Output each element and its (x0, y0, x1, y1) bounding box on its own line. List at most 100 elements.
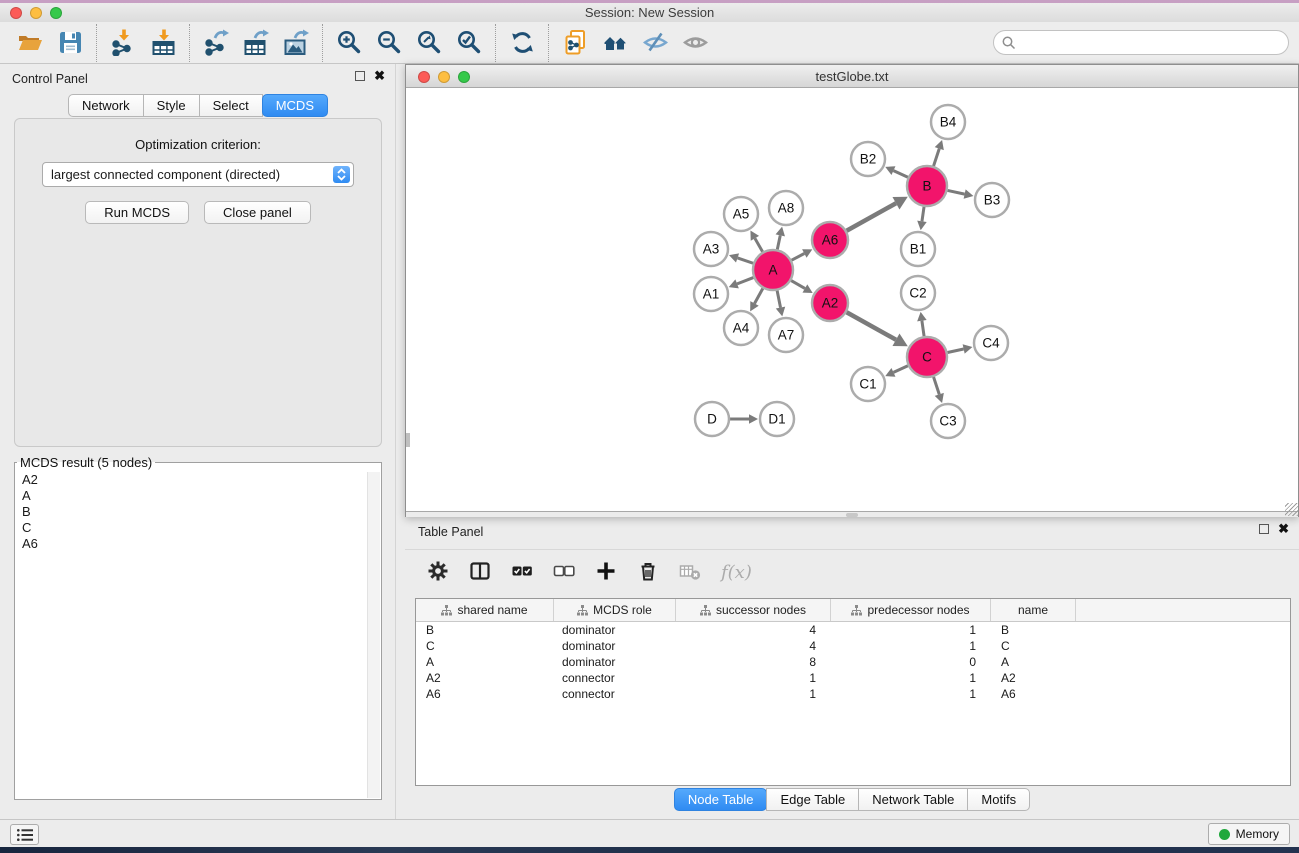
mcds-result-item[interactable]: A2 (16, 472, 367, 488)
export-table-button[interactable] (236, 25, 276, 61)
table-tab-network-table[interactable]: Network Table (858, 788, 968, 811)
minimize-window-icon[interactable] (30, 7, 42, 19)
table-cell[interactable]: C (416, 638, 554, 654)
table-cell[interactable]: 1 (676, 686, 831, 702)
duplicate-page-button[interactable] (555, 25, 595, 61)
table-cell[interactable]: C (991, 638, 1076, 654)
tab-network[interactable]: Network (68, 94, 144, 117)
refresh-view-button[interactable] (502, 25, 542, 61)
table-settings-button[interactable] (427, 560, 449, 585)
table-cell[interactable]: B (416, 622, 554, 638)
table-cell[interactable]: dominator (554, 638, 676, 654)
mcds-result-item[interactable]: A (16, 488, 367, 504)
mcds-result-item[interactable]: B (16, 504, 367, 520)
import-table-button[interactable] (143, 25, 183, 61)
graph-edge-C-C1[interactable] (893, 366, 907, 373)
vertical-scroll-thumb[interactable] (406, 433, 410, 447)
graph-edge-A-A4[interactable] (755, 288, 763, 303)
graph-edge-A-A5[interactable] (755, 238, 763, 251)
table-cell[interactable]: A2 (416, 670, 554, 686)
table-tab-edge-table[interactable]: Edge Table (766, 788, 859, 811)
graph-edge-C-C4[interactable] (948, 349, 964, 353)
graph-node-D1[interactable]: D1 (760, 402, 794, 436)
graph-edge-A-A2[interactable] (791, 281, 805, 289)
table-cell[interactable]: A6 (416, 686, 554, 702)
window-controls[interactable] (10, 3, 62, 22)
graph-node-A5[interactable]: A5 (724, 197, 758, 231)
column-header-name[interactable]: name (991, 599, 1076, 621)
graph-node-A8[interactable]: A8 (769, 191, 803, 225)
graph-edge-B-B4[interactable] (934, 149, 940, 166)
table-cell[interactable]: 4 (676, 638, 831, 654)
table-cell[interactable]: B (991, 622, 1076, 638)
network-window-controls[interactable] (418, 65, 470, 88)
result-scrollbar[interactable] (367, 472, 380, 798)
column-header-shared-name[interactable]: shared name (416, 599, 554, 621)
column-layout-button[interactable] (469, 560, 491, 585)
graph-node-C1[interactable]: C1 (851, 367, 885, 401)
graph-node-A4[interactable]: A4 (724, 311, 758, 345)
column-header-successor-nodes[interactable]: successor nodes (676, 599, 831, 621)
table-cell[interactable]: A (991, 654, 1076, 670)
graph-edge-A-A3[interactable] (738, 258, 754, 263)
graph-node-A3[interactable]: A3 (694, 232, 728, 266)
graph-node-B3[interactable]: B3 (975, 183, 1009, 217)
graph-node-C4[interactable]: C4 (974, 326, 1008, 360)
zoom-out-button[interactable] (369, 25, 409, 61)
close-window-icon[interactable] (10, 7, 22, 19)
zoom-window-icon[interactable] (50, 7, 62, 19)
table-tab-node-table[interactable]: Node Table (674, 788, 768, 811)
graph-node-C3[interactable]: C3 (931, 404, 965, 438)
table-cell[interactable]: A6 (991, 686, 1076, 702)
open-session-button[interactable] (10, 25, 50, 61)
column-header-predecessor-nodes[interactable]: predecessor nodes (831, 599, 991, 621)
graph-node-B1[interactable]: B1 (901, 232, 935, 266)
search-input[interactable] (1016, 36, 1280, 50)
zoom-network-icon[interactable] (458, 71, 470, 83)
graph-node-A6[interactable]: A6 (812, 222, 848, 258)
mcds-result-item[interactable]: C (16, 520, 367, 536)
mcds-result-item[interactable]: A6 (16, 536, 367, 552)
add-row-button[interactable] (595, 560, 617, 585)
export-image-button[interactable] (276, 25, 316, 61)
table-cell[interactable]: 1 (831, 670, 991, 686)
zoom-in-button[interactable] (329, 25, 369, 61)
graph-edge-C-C3[interactable] (934, 377, 940, 394)
run-mcds-button[interactable]: Run MCDS (85, 201, 189, 224)
table-cell[interactable]: 0 (831, 654, 991, 670)
graph-node-A2[interactable]: A2 (812, 285, 848, 321)
minimize-network-icon[interactable] (438, 71, 450, 83)
float-table-panel-icon[interactable] (1259, 524, 1269, 534)
table-row[interactable]: Adominator80A (416, 654, 1290, 670)
table-row[interactable]: Cdominator41C (416, 638, 1290, 654)
graph-node-B2[interactable]: B2 (851, 142, 885, 176)
tab-select[interactable]: Select (199, 94, 263, 117)
graph-edge-C-C2[interactable] (922, 321, 924, 336)
import-network-button[interactable] (103, 25, 143, 61)
graph-edge-B-B1[interactable] (922, 207, 924, 221)
table-cell[interactable]: dominator (554, 654, 676, 670)
home-network-button[interactable] (595, 25, 635, 61)
table-row[interactable]: A6connector11A6 (416, 686, 1290, 702)
graph-node-B4[interactable]: B4 (931, 105, 965, 139)
close-panel-button[interactable]: Close panel (204, 201, 311, 224)
table-cell[interactable]: connector (554, 686, 676, 702)
close-panel-icon[interactable]: ✖ (374, 71, 385, 81)
graph-node-A[interactable]: A (753, 250, 793, 290)
close-network-icon[interactable] (418, 71, 430, 83)
search-field[interactable] (993, 30, 1289, 55)
table-cell[interactable]: 1 (831, 686, 991, 702)
float-panel-icon[interactable] (355, 71, 365, 81)
graph-node-D[interactable]: D (695, 402, 729, 436)
network-graph[interactable]: B4B2BB3B1A5A8A6A3AA1A4A7A2C2CC4C1C3DD1 (406, 88, 1298, 511)
network-window-titlebar[interactable]: testGlobe.txt (406, 65, 1298, 88)
graph-edge-A-A6[interactable] (792, 254, 805, 261)
column-header-MCDS-role[interactable]: MCDS role (554, 599, 676, 621)
close-table-panel-icon[interactable]: ✖ (1278, 524, 1289, 534)
delete-row-button[interactable] (637, 560, 659, 585)
table-cell[interactable]: 1 (831, 622, 991, 638)
graph-node-C[interactable]: C (907, 337, 947, 377)
zoom-fit-button[interactable] (409, 25, 449, 61)
graph-node-B[interactable]: B (907, 166, 947, 206)
graph-edge-A-A1[interactable] (737, 278, 753, 284)
